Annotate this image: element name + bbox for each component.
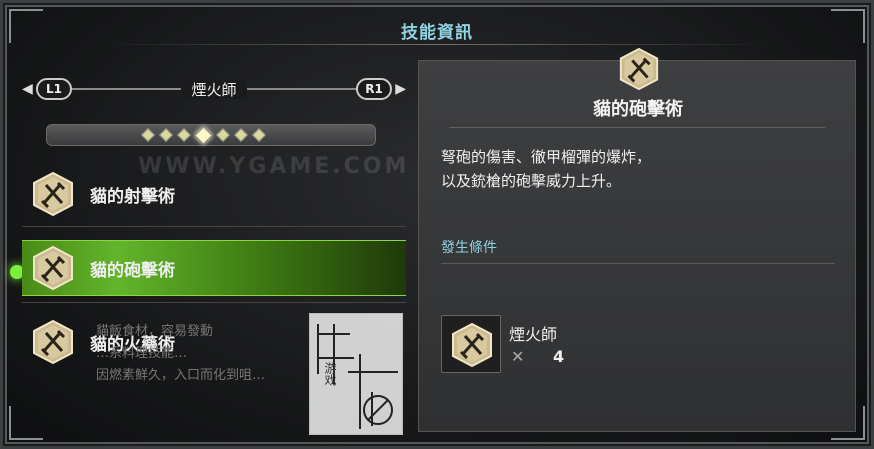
page-dot (233, 127, 249, 143)
skill-name: 貓的砲擊術 (90, 260, 175, 281)
detail-divider (449, 127, 825, 128)
crossed-weapons-icon (33, 171, 73, 217)
condition-skill-name: 煙火師 (509, 325, 558, 344)
skill-description: 弩砲的傷害、徹甲榴彈的爆炸， 以及銃槍的砲擊威力上升。 (441, 148, 652, 190)
list-divider (22, 302, 406, 303)
watermark-logo: 游戏 (309, 313, 403, 435)
crossed-weapons-icon (452, 322, 492, 368)
page-indicator (46, 124, 376, 146)
page-dots (140, 126, 267, 145)
category-switcher: ◀ L1 煙火師 R1 ▶ (22, 76, 406, 102)
background-text: 貓飯食材，容易發動 (96, 324, 214, 339)
page-dot-active (194, 126, 213, 145)
page-dot (158, 127, 174, 143)
list-divider (22, 226, 406, 227)
page-dot (140, 127, 156, 143)
skill-name: 貓的射擊術 (90, 186, 175, 207)
page-title: 技能資訊 (401, 23, 473, 43)
skill-item[interactable]: 貓的射擊術 (22, 166, 406, 222)
page-dot (251, 127, 267, 143)
background-text: 因燃素鮮久，入口而化到咀… (96, 368, 266, 383)
skill-detail-panel: 貓的砲擊術 弩砲的傷害、徹甲榴彈的爆炸， 以及銃槍的砲擊威力上升。 發生條件 煙火… (418, 47, 856, 432)
crossed-weapons-icon (33, 319, 73, 365)
crossed-weapons-icon (619, 47, 659, 91)
frame-corner (9, 406, 43, 440)
page-dot (215, 127, 231, 143)
arrow-right-icon[interactable]: ▶ (395, 81, 406, 97)
crossed-weapons-icon (33, 245, 73, 291)
page-dot (176, 127, 192, 143)
background-text: …系料理技能… (96, 346, 188, 361)
category-label: 煙火師 (22, 79, 406, 100)
condition-icon-frame (441, 315, 501, 373)
condition-count: 4 (553, 347, 565, 366)
condition-heading: 發生條件 (441, 240, 497, 256)
title-divider (100, 44, 774, 45)
multiply-icon: ✕ (511, 347, 525, 366)
detail-title: 貓的砲擊術 (593, 99, 683, 120)
watermark-label: 游戏 (323, 362, 337, 386)
skill-item-selected[interactable]: 貓的砲擊術 (22, 240, 406, 296)
next-category-button[interactable]: R1 (356, 78, 392, 100)
category-label-text: 煙火師 (181, 81, 247, 99)
condition-divider (441, 263, 835, 264)
